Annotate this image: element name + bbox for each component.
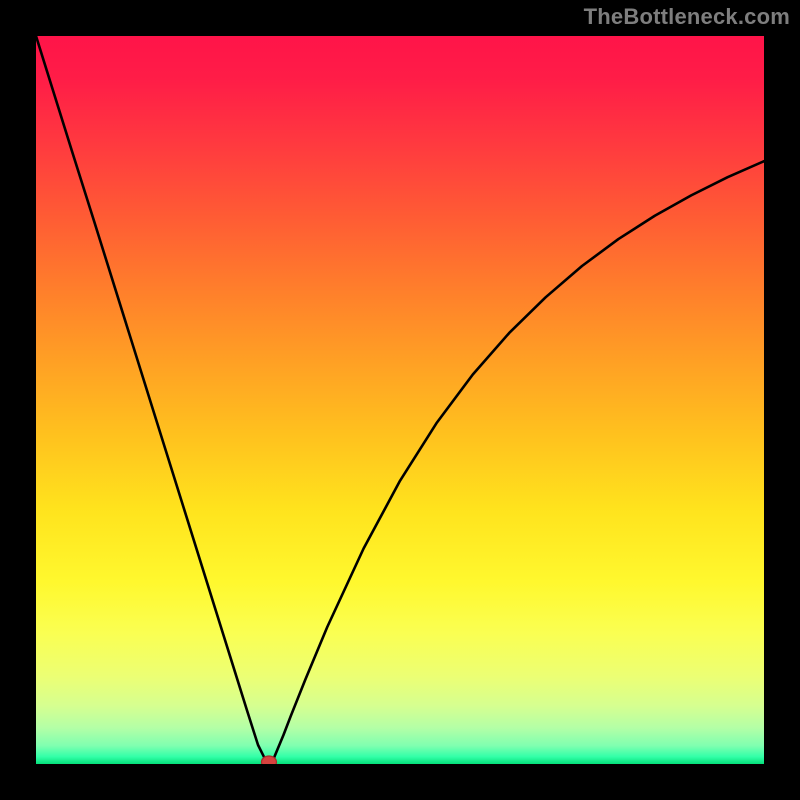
- bottleneck-curve: [36, 36, 764, 763]
- plot-area: [36, 36, 764, 764]
- minimum-marker: [261, 756, 276, 764]
- chart-frame: TheBottleneck.com: [0, 0, 800, 800]
- watermark-text: TheBottleneck.com: [584, 4, 790, 30]
- curve-layer: [36, 36, 764, 764]
